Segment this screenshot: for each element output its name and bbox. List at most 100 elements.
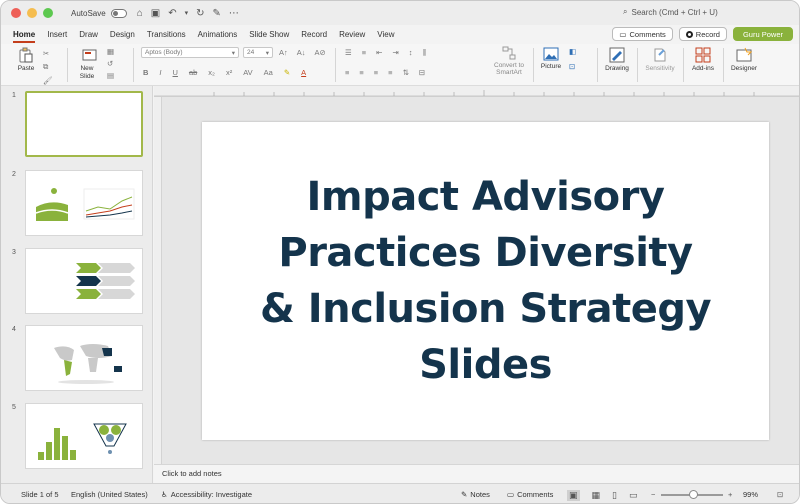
superscript-icon[interactable]: x² [226, 68, 232, 77]
convert-smartart-button[interactable]: Convert to SmartArt [489, 46, 529, 76]
notes-pane[interactable]: Click to add notes [154, 464, 799, 483]
reading-view-icon[interactable]: ▯ [612, 490, 617, 501]
addins-button[interactable]: Add-ins [689, 47, 717, 72]
zoom-slider-handle[interactable] [689, 490, 698, 499]
tab-slide-show[interactable]: Slide Show [249, 30, 289, 39]
undo-icon[interactable]: ↶ [168, 8, 176, 19]
align-center-icon[interactable]: ≡ [359, 68, 363, 77]
undo-dropdown-icon[interactable]: ▾ [185, 9, 189, 17]
zoom-window-button[interactable] [43, 8, 53, 18]
slide-canvas[interactable]: Impact Advisory Practices Diversity & In… [202, 122, 769, 440]
more-icon[interactable]: ⋯ [229, 8, 239, 19]
picture-button[interactable]: Picture [539, 47, 563, 70]
align-right-icon[interactable]: ≡ [374, 68, 378, 77]
font-color-icon[interactable]: A [301, 68, 306, 77]
zoom-level[interactable]: 99% [743, 490, 758, 499]
subscript-icon[interactable]: x₂ [208, 68, 215, 77]
text-box-icon[interactable]: ⊡ [569, 62, 576, 71]
paste-button[interactable]: Paste [13, 47, 39, 72]
tab-record[interactable]: Record [301, 30, 327, 39]
slide-thumbnail-2[interactable] [25, 170, 143, 236]
tab-animations[interactable]: Animations [198, 30, 238, 39]
drawing-button[interactable]: Drawing [603, 47, 631, 72]
shapes-icon[interactable]: ◧ [569, 47, 576, 56]
slide-show-icon[interactable]: ▭ [629, 490, 638, 501]
search-icon: ⌕ [623, 7, 628, 16]
normal-view-icon[interactable]: ▣ [567, 490, 580, 501]
bullets-icon[interactable]: ☰ [345, 48, 352, 58]
slide-sorter-icon[interactable]: ▦ [592, 490, 601, 501]
accessibility-icon: ♿ [161, 490, 168, 499]
reset-icon[interactable]: ↺ [107, 59, 114, 68]
strikethrough-icon[interactable]: ab [189, 68, 197, 77]
decrease-indent-icon[interactable]: ⇤ [376, 48, 382, 58]
layout-icon[interactable]: ▦ [107, 47, 114, 56]
tab-review[interactable]: Review [339, 30, 365, 39]
record-button[interactable]: Record [678, 27, 727, 41]
text-direction-icon[interactable]: ⇅ [403, 68, 409, 77]
font-name-field[interactable]: Aptos (Body) ▾ [141, 47, 239, 58]
designer-button[interactable]: Designer [729, 47, 759, 72]
justify-icon[interactable]: ≡ [388, 68, 392, 77]
search-box[interactable]: ⌕ Search (Cmd + Ctrl + U) [623, 7, 718, 17]
comments-button[interactable]: ▭ Comments [612, 27, 673, 41]
bold-icon[interactable]: B [143, 68, 148, 77]
increase-indent-icon[interactable]: ⇥ [392, 48, 398, 58]
shrink-font-icon[interactable]: A↓ [297, 48, 306, 57]
tab-home[interactable]: Home [13, 30, 36, 43]
autosave-toggle[interactable] [110, 8, 127, 18]
align-text-icon[interactable]: ⊟ [419, 68, 425, 77]
align-left-icon[interactable]: ≡ [345, 68, 349, 77]
language-indicator[interactable]: English (United States) [71, 490, 148, 499]
tab-design[interactable]: Design [110, 30, 135, 39]
underline-icon[interactable]: U [173, 68, 178, 77]
slide-thumbnail-1[interactable] [25, 91, 143, 157]
vertical-ruler[interactable] [154, 97, 162, 464]
char-spacing-icon[interactable]: AV [243, 68, 252, 77]
change-case-icon[interactable]: Aa [264, 68, 273, 77]
highlight-icon[interactable]: ✎ [284, 68, 290, 77]
thumbnail-2-preview [35, 188, 135, 221]
copy-icon[interactable]: ⧉ [43, 62, 53, 72]
slide-thumbnail-5[interactable] [25, 403, 143, 469]
line-spacing-icon[interactable]: ↕ [409, 48, 413, 58]
customize-icon[interactable]: ✎ [213, 8, 221, 19]
new-slide-label: New Slide [79, 65, 95, 80]
grow-font-icon[interactable]: A↑ [279, 48, 288, 57]
clear-format-icon[interactable]: A⊘ [315, 48, 326, 57]
format-painter-icon[interactable]: 🖌 [43, 76, 53, 85]
horizontal-ruler[interactable] [154, 86, 799, 97]
status-comments-button[interactable]: ▭ Comments [507, 490, 553, 499]
sensitivity-button[interactable]: Sensitivity [641, 47, 679, 72]
font-format-tools: B I U ab x₂ x² AV Aa ✎ A [143, 68, 306, 77]
fit-slide-icon[interactable]: ⊡ [777, 490, 783, 499]
columns-icon[interactable]: ⫼ [422, 48, 425, 58]
redo-icon[interactable]: ↻ [196, 8, 204, 19]
new-slide-button[interactable]: New Slide [75, 47, 105, 81]
tab-insert[interactable]: Insert [47, 30, 67, 39]
accessibility-label: Accessibility: Investigate [170, 490, 253, 499]
save-icon[interactable]: ▣ [151, 8, 160, 19]
slide-thumbnail-4[interactable] [25, 325, 143, 391]
tab-transitions[interactable]: Transitions [147, 30, 186, 39]
accessibility-checker[interactable]: ♿ Accessibility: Investigate [161, 490, 252, 499]
guru-power-button[interactable]: Guru Power [732, 27, 793, 41]
tab-view[interactable]: View [377, 30, 394, 39]
tab-draw[interactable]: Draw [79, 30, 98, 39]
cut-icon[interactable]: ✂ [43, 49, 53, 58]
notes-button[interactable]: ✎ Notes [461, 490, 490, 499]
slide-title[interactable]: Impact Advisory Practices Diversity & In… [226, 169, 746, 393]
italic-icon[interactable]: I [159, 68, 161, 77]
home-icon[interactable]: ⌂ [137, 8, 143, 19]
slide-thumbnail-3[interactable] [25, 248, 143, 314]
font-size-field[interactable]: 24 ▾ [243, 47, 273, 58]
autosave-control[interactable]: AutoSave [71, 8, 127, 18]
numbering-icon[interactable]: ≡ [362, 48, 366, 58]
drawing-label: Drawing [605, 65, 629, 72]
ribbon-home: Paste ✂ ⧉ 🖌 New Slide ▦ ↺ ▤ Aptos (Body)… [1, 44, 799, 86]
section-icon[interactable]: ▤ [107, 71, 114, 80]
minimize-window-button[interactable] [27, 8, 37, 18]
close-window-button[interactable] [11, 8, 21, 18]
zoom-out-icon[interactable]: − [651, 490, 655, 499]
zoom-in-icon[interactable]: + [728, 490, 732, 499]
